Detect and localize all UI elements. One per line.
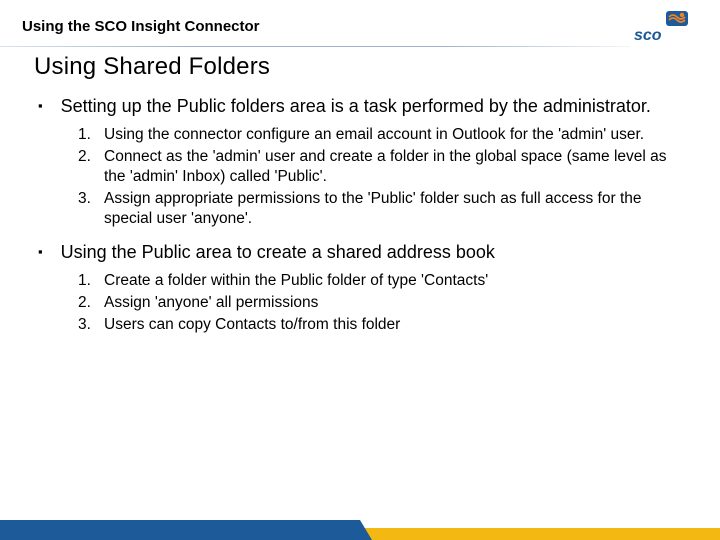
slide: Using the SCO Insight Connector sco Usin… [0, 0, 720, 540]
footer-blue-bar [0, 520, 360, 540]
list-item: 2. Assign 'anyone' all permissions [78, 293, 692, 313]
list-item: 3.Assign appropriate permissions to the … [78, 189, 692, 229]
numbered-list: 1. Create a folder within the Public fold… [78, 271, 692, 335]
list-number: 3. [78, 189, 96, 229]
header-divider [0, 46, 720, 48]
list-text: Create a folder within the Public folder… [104, 271, 488, 291]
bullet-text: Using the Public area to create a shared… [61, 241, 495, 263]
slide-content: Using Shared Folders ▪ Setting up the Pu… [0, 35, 720, 335]
header-title: Using the SCO Insight Connector [22, 18, 720, 35]
bullet-item: ▪ Setting up the Public folders area is … [34, 95, 692, 117]
bullet-text: Setting up the Public folders area is a … [61, 95, 651, 117]
bullet-item: ▪ Using the Public area to create a shar… [34, 241, 692, 263]
list-number: 2. [78, 293, 96, 313]
footer-bar [0, 510, 720, 540]
list-text: Assign appropriate permissions to the 'P… [104, 189, 692, 229]
list-item: 3. Users can copy Contacts to/from this f… [78, 315, 692, 335]
slide-header: Using the SCO Insight Connector sco [0, 0, 720, 35]
square-bullet-icon: ▪ [38, 241, 43, 263]
list-number: 1. [78, 271, 96, 291]
square-bullet-icon: ▪ [38, 95, 43, 117]
section-title: Using Shared Folders [34, 53, 692, 81]
svg-text:sco: sco [634, 27, 662, 44]
list-item: 2.Connect as the 'admin' user and create… [78, 147, 692, 187]
list-text: Assign 'anyone' all permissions [104, 293, 318, 313]
list-item: 1. Using the connector configure an email… [78, 125, 692, 145]
list-number: 3. [78, 315, 96, 335]
list-item: 1. Create a folder within the Public fold… [78, 271, 692, 291]
list-text: Connect as the 'admin' user and create a… [104, 147, 692, 187]
numbered-list: 1. Using the connector configure an email… [78, 125, 692, 229]
list-number: 2. [78, 147, 96, 187]
list-text: Using the connector configure an email a… [104, 125, 644, 145]
list-number: 1. [78, 125, 96, 145]
sco-logo-icon: sco [618, 10, 696, 44]
list-text: Users can copy Contacts to/from this fol… [104, 315, 400, 335]
